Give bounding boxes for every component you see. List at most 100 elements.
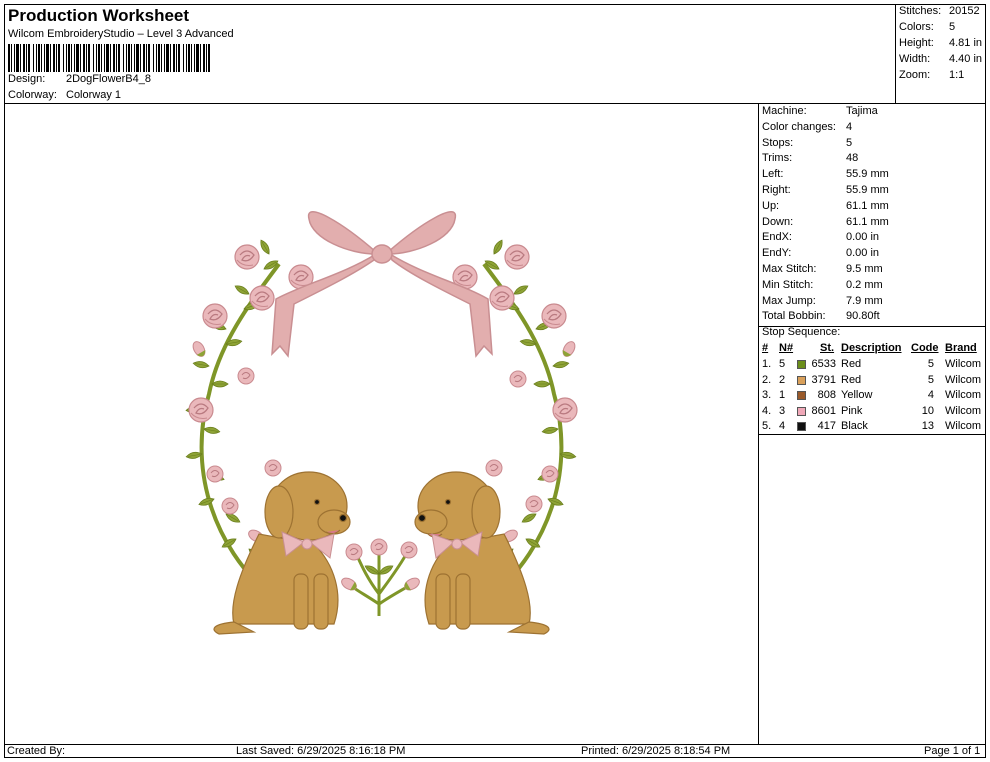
barcode-bar <box>41 44 42 72</box>
barcode-bar <box>173 44 175 72</box>
design-label: Design: <box>8 73 46 85</box>
machine-label: Min Stitch: <box>762 278 814 291</box>
barcode-bar <box>11 44 12 72</box>
machine-label: Up: <box>762 199 780 212</box>
barcode-bar <box>128 44 130 72</box>
barcode-bar <box>140 44 141 72</box>
barcode-bar <box>146 44 147 72</box>
machine-value: 7.9 mm <box>846 294 883 307</box>
barcode <box>8 44 210 72</box>
seq-num: 2. <box>762 373 772 386</box>
barcode-bar <box>183 44 184 72</box>
barcode-bar <box>83 44 85 72</box>
seq-num: 3. <box>762 389 772 402</box>
barcode-bar <box>106 44 109 72</box>
seq-stitches: 808 <box>817 389 836 402</box>
machine-value: Tajima <box>846 105 878 117</box>
printed-date: Printed: 6/29/2025 8:18:54 PM <box>581 745 731 757</box>
machine-value: 4 <box>846 120 853 133</box>
barcode-bar <box>58 44 60 72</box>
barcode-bar <box>116 44 117 72</box>
stop-sequence-row: 3. 1 808 Yellow 4 Wilcom <box>759 389 986 404</box>
machine-value: 0.00 in <box>846 247 880 260</box>
seq-code: 5 <box>927 358 934 370</box>
page-number: Page 1 of 1 <box>924 745 981 757</box>
barcode-bar <box>20 44 21 72</box>
seq-description: Red <box>841 358 862 370</box>
machine-value: 0.00 in <box>846 231 880 244</box>
barcode-bar <box>93 44 94 72</box>
barcode-bar <box>44 44 45 72</box>
machine-value: 55.9 mm <box>846 184 889 196</box>
barcode-bar <box>188 44 190 72</box>
barcode-bar <box>8 44 10 72</box>
color-swatch <box>797 406 806 416</box>
barcode-bar <box>98 44 100 72</box>
seq-brand: Wilcom <box>945 358 982 370</box>
stop-sequence-row: 5. 4 417 Black 13 Wilcom <box>759 420 986 435</box>
barcode-bar <box>208 44 210 72</box>
seq-code: 5 <box>927 373 934 386</box>
barcode-bar <box>164 44 165 72</box>
barcode-bar <box>46 44 49 72</box>
colorway-field: Colorway: Colorway 1 <box>8 89 121 101</box>
col-brand-header: Brand <box>945 342 977 354</box>
barcode-bar <box>196 44 199 72</box>
seq-code: 4 <box>927 389 934 402</box>
barcode-bar <box>14 44 15 72</box>
machine-value: 0.2 mm <box>846 278 883 291</box>
barcode-bar <box>74 44 75 72</box>
machine-info-panel: Stop Sequence: # N# St. Description Code… <box>759 104 986 744</box>
barcode-bar <box>153 44 154 72</box>
barcode-bar <box>110 44 111 72</box>
seq-brand: Wilcom <box>945 373 982 386</box>
barcode-bar <box>156 44 157 72</box>
barcode-bar <box>53 44 55 72</box>
machine-value: 5 <box>846 136 853 149</box>
barcode-bar <box>136 44 139 72</box>
seq-brand: Wilcom <box>945 404 982 417</box>
seq-description: Black <box>841 420 868 433</box>
stop-sequence-row: 2. 2 3791 Red 5 Wilcom <box>759 374 986 389</box>
barcode-bar <box>26 44 27 72</box>
colorway-label: Colorway: <box>8 89 57 101</box>
barcode-bar <box>76 44 79 72</box>
barcode-bar <box>176 44 177 72</box>
barcode-bar <box>23 44 25 72</box>
seq-n: 4 <box>779 420 786 433</box>
seq-num: 1. <box>762 358 772 370</box>
last-saved: Last Saved: 6/29/2025 8:16:18 PM <box>236 745 406 757</box>
color-swatch <box>797 360 806 369</box>
barcode-bar <box>126 44 127 72</box>
design-preview <box>4 104 759 744</box>
seq-description: Yellow <box>841 389 873 402</box>
seq-code: 13 <box>921 420 934 433</box>
barcode-bar <box>104 44 105 72</box>
barcode-bar <box>68 44 70 72</box>
color-swatch <box>797 422 806 432</box>
design-field: Design: 2DogFlowerB4_8 <box>8 73 151 85</box>
machine-value: 48 <box>846 152 859 165</box>
worksheet-header: Production Worksheet Wilcom EmbroiderySt… <box>4 4 896 104</box>
barcode-bar <box>71 44 72 72</box>
machine-label: Total Bobbin: <box>762 310 826 323</box>
seq-code: 10 <box>921 404 934 417</box>
barcode-bar <box>86 44 87 72</box>
seq-num: 5. <box>762 420 772 433</box>
machine-label: Trims: <box>762 152 793 165</box>
page-title: Production Worksheet <box>8 6 190 25</box>
barcode-bar <box>206 44 207 72</box>
machine-label: Stops: <box>762 136 794 149</box>
seq-brand: Wilcom <box>945 420 982 433</box>
barcode-bar <box>200 44 201 72</box>
barcode-bar <box>194 44 195 72</box>
machine-label: Max Stitch: <box>762 263 817 275</box>
machine-label: Max Jump: <box>762 294 816 307</box>
barcode-bar <box>161 44 162 72</box>
barcode-bar <box>170 44 171 72</box>
barcode-bar <box>28 44 30 72</box>
col-desc-header: Description <box>841 342 902 354</box>
barcode-bar <box>123 44 124 72</box>
col-n-header: N# <box>779 342 794 354</box>
seq-stitches: 3791 <box>811 373 836 386</box>
